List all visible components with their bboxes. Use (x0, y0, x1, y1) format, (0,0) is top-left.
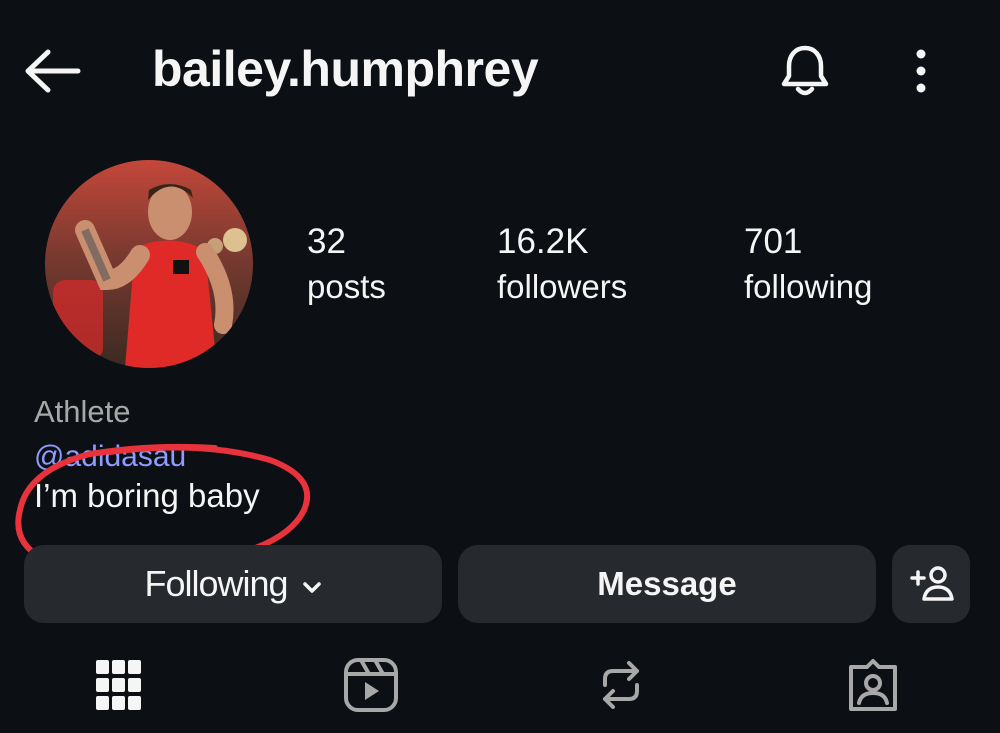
followers-count[interactable]: 16.2K followers (497, 220, 697, 310)
following-count[interactable]: 701 following (744, 220, 944, 310)
following-button-label: Following (144, 563, 288, 604)
following-value: 701 (744, 222, 803, 261)
bell-icon (781, 45, 829, 96)
message-button[interactable]: Message (458, 545, 876, 623)
tab-tagged[interactable] (838, 650, 908, 720)
avatar-photo (45, 160, 253, 368)
more-options-button[interactable] (898, 40, 944, 102)
tab-reels[interactable] (336, 650, 406, 720)
notifications-button[interactable] (774, 40, 836, 102)
bio-text: I’m boring baby (34, 477, 260, 514)
back-button[interactable] (22, 40, 84, 102)
following-dropdown-button[interactable]: Following (24, 545, 442, 623)
tagged-icon (849, 659, 897, 711)
reposts-icon (603, 661, 639, 709)
profile-category: Athlete (34, 394, 131, 429)
profile-username: bailey.humphrey (152, 41, 539, 97)
posts-value: 32 (307, 222, 346, 261)
suggested-users-button[interactable] (892, 545, 970, 623)
bio-mention-link[interactable]: @adidasau (34, 437, 186, 477)
posts-label: posts (307, 268, 386, 305)
following-label: following (744, 268, 873, 305)
posts-count: 32 posts (307, 220, 507, 310)
add-person-icon (910, 566, 954, 601)
tab-posts-grid[interactable] (84, 650, 154, 720)
followers-value: 16.2K (497, 222, 589, 261)
message-button-label: Message (597, 565, 737, 602)
back-arrow-icon (25, 49, 81, 93)
more-vertical-icon (916, 49, 926, 93)
tab-reposts[interactable] (586, 650, 656, 720)
reels-icon (344, 658, 398, 712)
chevron-down-icon (302, 565, 322, 603)
profile-avatar[interactable] (45, 160, 253, 368)
grid-icon (96, 660, 141, 710)
followers-label: followers (497, 268, 628, 305)
